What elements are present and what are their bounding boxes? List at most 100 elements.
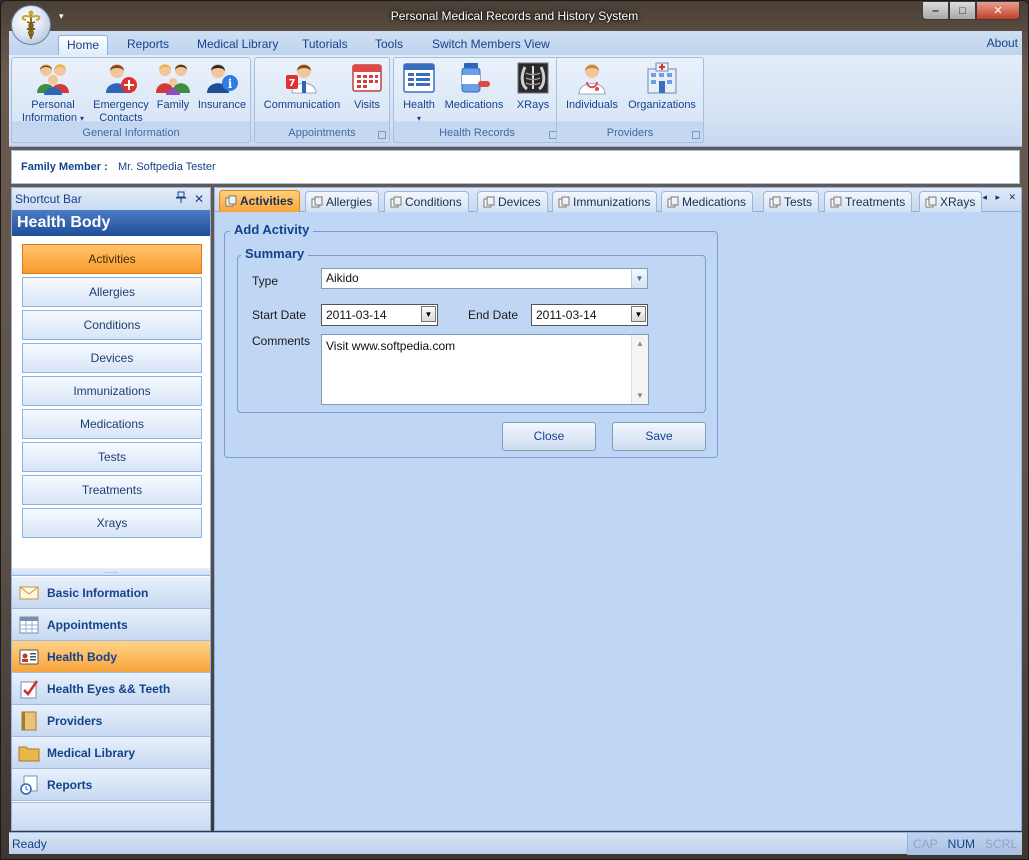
family-button[interactable]: Family <box>152 61 194 112</box>
nav-item-reports[interactable]: Reports <box>12 769 210 801</box>
doc-tab-xrays[interactable]: XRays <box>919 191 983 212</box>
start-date-value: 2011-03-14 <box>326 308 387 322</box>
ribbon-body: Personal Information ▾ Emergency Contact… <box>9 55 1022 147</box>
close-button[interactable]: ✕ <box>976 1 1020 20</box>
medications-button[interactable]: Medications <box>440 61 508 112</box>
app-window: ▾ Personal Medical Records and History S… <box>0 0 1029 860</box>
insurance-button[interactable]: i Insurance <box>194 61 250 112</box>
providers-dialog-launcher-icon[interactable] <box>692 131 700 139</box>
num-lock-indicator: NUM <box>947 837 975 851</box>
doc-tab-activities[interactable]: Activities <box>219 190 301 212</box>
doc-tab-label: Tests <box>784 195 813 209</box>
insurance-icon: i <box>207 64 238 93</box>
comments-textarea[interactable]: Visit www.softpedia.com ▲ ▼ <box>321 334 649 405</box>
xray-icon <box>517 62 549 94</box>
chevron-down-icon[interactable]: ▼ <box>631 306 646 322</box>
shortcut-item-devices[interactable]: Devices <box>22 343 202 373</box>
comments-scrollbar[interactable]: ▲ ▼ <box>631 335 648 404</box>
status-bar: Ready CAP NUM SCRL <box>9 832 1022 855</box>
personal-information-button[interactable]: Personal Information ▾ <box>16 61 90 125</box>
doc-tab-devices[interactable]: Devices <box>477 191 548 212</box>
family-member-value[interactable]: Mr. Softpedia Tester <box>118 161 216 173</box>
shortcut-item-allergies[interactable]: Allergies <box>22 277 202 307</box>
minimize-button[interactable]: ‒ <box>922 1 949 20</box>
nav-item-health-body[interactable]: Health Body <box>12 641 210 673</box>
nav-item-appointments[interactable]: Appointments <box>12 609 210 641</box>
ribbon-tab-switch-members-view[interactable]: Switch Members View <box>424 35 558 55</box>
shortcut-item-medications[interactable]: Medications <box>22 409 202 439</box>
doc-tab-tests[interactable]: Tests <box>763 191 820 212</box>
medications-icon <box>461 63 490 93</box>
tab-page-icon <box>390 196 402 208</box>
window-controls: ‒ □ ✕ <box>922 1 1020 20</box>
start-date-picker[interactable]: 2011-03-14 ▼ <box>321 304 438 326</box>
shortcut-item-xrays[interactable]: Xrays <box>22 508 202 538</box>
tab-page-icon <box>311 196 323 208</box>
pin-icon[interactable] <box>176 188 186 210</box>
nav-label-health-body: Health Body <box>47 649 118 664</box>
about-link[interactable]: About <box>987 35 1018 51</box>
ribbon-tab-home[interactable]: Home <box>58 35 109 55</box>
save-button[interactable]: Save <box>612 422 706 451</box>
health-label: Health <box>403 99 435 111</box>
nav-label-health-eyes-teeth: Health Eyes && Teeth <box>47 681 171 696</box>
individuals-label: Individuals <box>566 99 618 111</box>
group-label-appointments: Appointments <box>288 127 356 139</box>
ribbon-tab-medical-library[interactable]: Medical Library <box>189 35 286 55</box>
splitter-grip[interactable]: ...... <box>12 567 210 576</box>
scroll-up-icon[interactable]: ▲ <box>636 339 644 348</box>
type-value: Aikido <box>326 271 359 285</box>
shortcut-item-treatments[interactable]: Treatments <box>22 475 202 505</box>
scroll-down-icon[interactable]: ▼ <box>636 391 644 400</box>
tab-scroll-close-controls[interactable]: ◂ ▸ ✕ <box>982 192 1019 203</box>
nav-item-medical-library[interactable]: Medical Library <box>12 737 210 769</box>
xrays-button[interactable]: XRays <box>510 61 556 112</box>
chevron-down-icon[interactable]: ▼ <box>631 269 647 288</box>
contacts-label: Contacts <box>99 112 143 124</box>
doc-tab-treatments[interactable]: Treatments <box>824 191 913 212</box>
shortcut-item-conditions[interactable]: Conditions <box>22 310 202 340</box>
maximize-button[interactable]: □ <box>949 1 976 20</box>
close-form-button[interactable]: Close <box>502 422 596 451</box>
ribbon-tab-tutorials[interactable]: Tutorials <box>294 35 356 55</box>
shortcut-items: Activities Allergies Conditions Devices … <box>12 236 210 538</box>
app-menu-button[interactable] <box>11 5 51 45</box>
ribbon-group-health-records: Health ▾ Medications XRays Health Record… <box>393 57 561 143</box>
communication-icon: 7 <box>286 64 317 94</box>
type-combobox[interactable]: Aikido ▼ <box>321 268 648 289</box>
health-dropdown-icon: ▾ <box>416 114 421 123</box>
shortcut-item-tests[interactable]: Tests <box>22 442 202 472</box>
family-label: Family <box>156 99 190 111</box>
visits-button[interactable]: Visits <box>347 61 387 112</box>
communication-button[interactable]: 7 Communication <box>259 61 345 112</box>
chevron-down-icon[interactable]: ▼ <box>421 306 436 322</box>
doc-tab-label: Treatments <box>845 195 906 209</box>
ribbon-tab-reports[interactable]: Reports <box>119 35 177 55</box>
shortcut-item-immunizations[interactable]: Immunizations <box>22 376 202 406</box>
end-date-picker[interactable]: 2011-03-14 ▼ <box>531 304 648 326</box>
shortcut-item-activities[interactable]: Activities <box>22 244 202 274</box>
communication-label: Communication <box>263 99 341 111</box>
tab-page-icon <box>769 196 781 208</box>
status-indicators: CAP NUM SCRL <box>906 833 1022 855</box>
shortcut-bar-close-icon[interactable]: ✕ <box>194 188 204 210</box>
nav-item-basic-information[interactable]: Basic Information <box>12 577 210 609</box>
nav-item-health-eyes-teeth[interactable]: Health Eyes && Teeth <box>12 673 210 705</box>
health-records-icon <box>403 63 435 93</box>
health-button[interactable]: Health ▾ <box>398 61 440 125</box>
individuals-button[interactable]: Individuals <box>561 61 623 112</box>
ribbon-tab-tools[interactable]: Tools <box>367 35 411 55</box>
emergency-contacts-button[interactable]: Emergency Contacts <box>92 61 150 125</box>
tab-page-icon <box>925 196 937 208</box>
insurance-label: Insurance <box>197 99 247 111</box>
appointments-dialog-launcher-icon[interactable] <box>378 131 386 139</box>
start-date-label: Start Date <box>252 308 307 322</box>
doc-tab-immunizations[interactable]: Immunizations <box>552 191 658 212</box>
nav-label-providers: Providers <box>47 713 103 728</box>
doc-tab-medications[interactable]: Medications <box>661 191 754 212</box>
doc-tab-allergies[interactable]: Allergies <box>305 191 380 212</box>
doc-tab-conditions[interactable]: Conditions <box>384 191 469 212</box>
nav-item-providers[interactable]: Providers <box>12 705 210 737</box>
medications-label: Medications <box>444 99 504 111</box>
organizations-button[interactable]: Organizations <box>623 61 701 112</box>
